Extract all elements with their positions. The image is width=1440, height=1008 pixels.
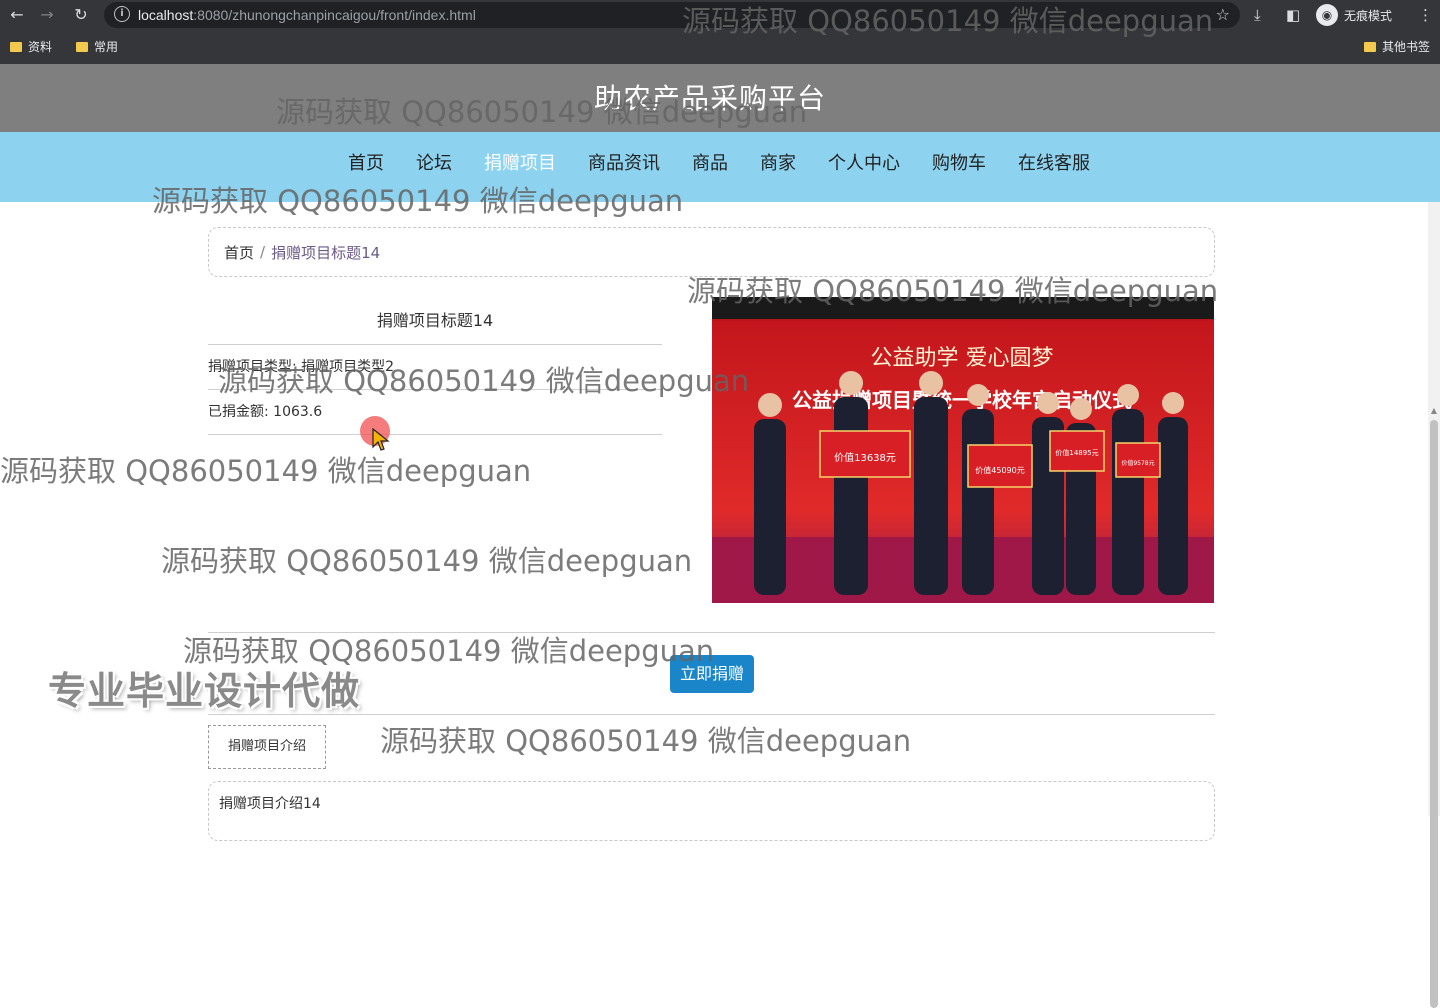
download-icon[interactable]: ⤓: [1254, 4, 1261, 26]
scroll-up-icon[interactable]: ▲: [1430, 406, 1438, 416]
incognito-label: 无痕模式: [1344, 8, 1393, 23]
divider: [208, 632, 1215, 633]
breadcrumb: 首页 / 捐赠项目标题14: [208, 227, 1215, 277]
tab-project-intro[interactable]: 捐赠项目介绍: [208, 725, 326, 769]
reload-icon[interactable]: ↻: [70, 4, 92, 26]
divider: [208, 389, 662, 390]
photo-sign-text: 价值14895元: [1055, 448, 1098, 457]
side-panel-icon[interactable]: ◧: [1286, 4, 1300, 26]
watermark-text: 源码获取 QQ86050149 微信deepguan: [380, 724, 912, 758]
nav-item-product-news[interactable]: 商品资讯: [572, 152, 676, 176]
photo-banner-text: 公益助学 爱心圆梦: [871, 346, 1054, 371]
watermark-text: 源码获取 QQ86050149 微信deepguan: [183, 634, 715, 668]
forward-icon[interactable]: →: [36, 4, 58, 26]
divider: [208, 434, 662, 435]
nav-items: 首页 论坛 捐赠项目 商品资讯 商品 商家 个人中心 购物车 在线客服: [332, 152, 1106, 176]
nav-item-forum[interactable]: 论坛: [400, 152, 468, 176]
nav-item-personal-center[interactable]: 个人中心: [812, 152, 916, 176]
site-title: 助农产品采购平台: [593, 82, 826, 115]
donate-now-button[interactable]: 立即捐赠: [670, 655, 754, 693]
nav-item-merchants[interactable]: 商家: [744, 152, 812, 176]
bookmark-folder-ziliao[interactable]: 资料: [10, 38, 52, 55]
watermark-text: 源码获取 QQ86050149 微信deepguan: [0, 454, 532, 488]
nav-item-donation-projects[interactable]: 捐赠项目: [468, 152, 572, 176]
main-nav: 首页 论坛 捐赠项目 商品资讯 商品 商家 个人中心 购物车 在线客服: [0, 132, 1440, 202]
bookmarks-bar: 资料 常用 其他书签: [0, 32, 1440, 60]
project-photo-illustration: 公益助学 爱心圆梦 公益捐赠项目暨统一学校年宫启动仪式 价值13638元 价值4…: [712, 297, 1214, 603]
address-url[interactable]: localhost:8080/zhunongchanpincaigou/fron…: [138, 6, 476, 24]
photo-sign-text: 价值9578元: [1121, 459, 1154, 467]
project-type-value: 捐赠项目类型2: [301, 359, 395, 375]
address-bar[interactable]: i localhost:8080/zhunongchanpincaigou/fr…: [104, 2, 1240, 28]
bookmark-star-icon[interactable]: ☆: [1216, 5, 1230, 24]
photo-sign-text: 价值45090元: [975, 465, 1024, 475]
bookmark-folder-other[interactable]: 其他书签: [1364, 38, 1430, 55]
incognito-indicator[interactable]: ◉ 无痕模式: [1316, 3, 1392, 27]
nav-item-cart[interactable]: 购物车: [916, 152, 1002, 176]
breadcrumb-current: 捐赠项目标题14: [271, 243, 381, 262]
photo-sign-text: 价值13638元: [834, 451, 896, 464]
folder-icon: [1364, 41, 1376, 52]
divider: [208, 714, 1215, 715]
donated-amount-label: 已捐金额:: [208, 404, 269, 420]
project-photo: 公益助学 爱心圆梦 公益捐赠项目暨统一学校年宫启动仪式 价值13638元 价值4…: [712, 297, 1214, 603]
browser-toolbar: ← → ↻ i localhost:8080/zhunongchanpincai…: [0, 0, 1440, 30]
nav-item-home[interactable]: 首页: [332, 152, 400, 176]
folder-icon: [10, 41, 22, 52]
donated-amount-value: 1063.6: [273, 404, 323, 420]
browser-menu-icon[interactable]: ⋮: [1418, 4, 1433, 26]
scroll-thumb[interactable]: [1430, 420, 1438, 1008]
folder-icon: [76, 41, 88, 52]
project-intro-box: 捐赠项目介绍14: [208, 781, 1215, 841]
project-intro-text: 捐赠项目介绍14: [219, 796, 321, 812]
project-type-label: 捐赠项目类型:: [208, 359, 297, 375]
project-title: 捐赠项目标题14: [376, 311, 494, 330]
site-header: 助农产品采购平台: [0, 64, 1440, 132]
page-scrollbar[interactable]: ▲: [1428, 202, 1440, 1008]
donated-amount-row: 已捐金额: 1063.6: [208, 403, 322, 421]
browser-chrome: ← → ↻ i localhost:8080/zhunongchanpincai…: [0, 0, 1440, 64]
nav-item-online-service[interactable]: 在线客服: [1002, 152, 1106, 176]
incognito-icon: ◉: [1316, 4, 1338, 26]
site-info-icon[interactable]: i: [114, 6, 130, 22]
breadcrumb-separator: /: [260, 243, 266, 261]
breadcrumb-home-link[interactable]: 首页: [224, 242, 254, 263]
divider: [208, 344, 662, 345]
back-icon[interactable]: ←: [6, 4, 28, 26]
bookmark-folder-changyong[interactable]: 常用: [76, 38, 118, 55]
watermark-text: 源码获取 QQ86050149 微信deepguan: [161, 544, 693, 578]
nav-item-products[interactable]: 商品: [676, 152, 744, 176]
mouse-cursor-icon: [372, 428, 390, 451]
watermark-big-text: 专业毕业设计代做: [48, 669, 361, 713]
project-type-row: 捐赠项目类型: 捐赠项目类型2: [208, 358, 394, 376]
